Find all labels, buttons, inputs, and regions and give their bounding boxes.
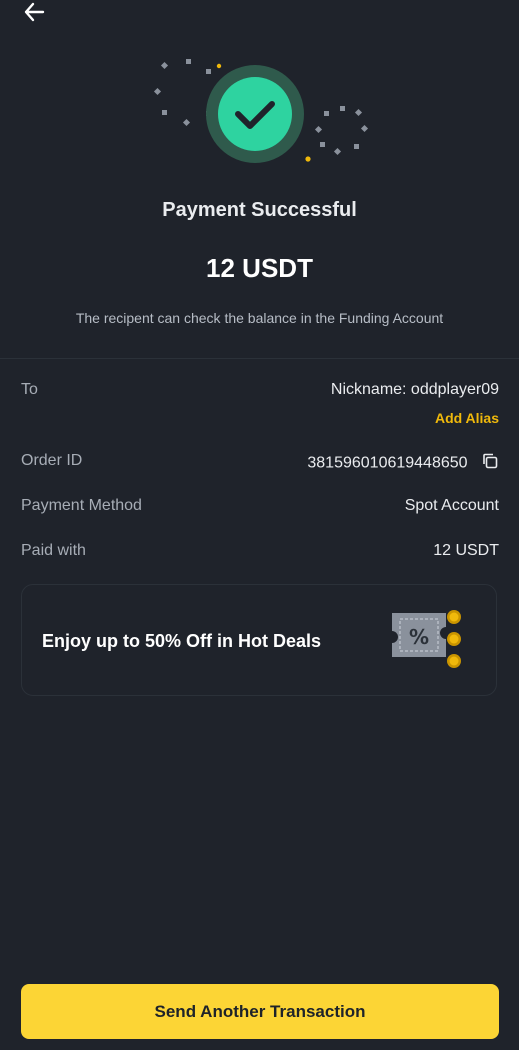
payment-method-value: Spot Account [404, 497, 499, 514]
promo-text: Enjoy up to 50% Off in Hot Deals [42, 631, 322, 651]
copy-icon [483, 453, 498, 469]
payment-method-label: Payment Method [21, 497, 142, 514]
check-circle-icon [153, 59, 368, 163]
discount-ticket-icon: % [392, 610, 461, 668]
copy-button[interactable] [481, 452, 499, 475]
status-title: Payment Successful [162, 199, 357, 221]
row-to: To Nickname: oddplayer09 [21, 381, 499, 399]
row-paid-with: Paid with 12 USDT [21, 542, 499, 560]
svg-text:%: % [409, 625, 429, 649]
add-alias-link[interactable]: Add Alias [435, 410, 499, 426]
hot-deals-banner[interactable]: Enjoy up to 50% Off in Hot Deals % [21, 584, 497, 696]
arrow-left-icon [24, 2, 45, 22]
status-subtitle: The recipent can check the balance in th… [75, 310, 444, 326]
order-id-value: 381596010619448650 [307, 454, 468, 472]
payment-amount: 12 USDT [206, 253, 313, 283]
divider [0, 358, 519, 359]
recipient-nickname: Nickname: oddplayer09 [330, 381, 499, 398]
row-order-id: Order ID 381596010619448650 [21, 452, 499, 475]
order-id-label: Order ID [21, 452, 83, 469]
to-label: To [21, 381, 38, 398]
paid-with-label: Paid with [21, 542, 86, 559]
paid-with-value: 12 USDT [433, 542, 499, 559]
row-payment-method: Payment Method Spot Account [21, 497, 499, 515]
back-button[interactable] [22, 0, 46, 24]
success-illustration [0, 52, 519, 172]
order-id-group: 381596010619448650 [307, 452, 499, 475]
send-another-transaction-button[interactable]: Send Another Transaction [21, 984, 499, 1039]
